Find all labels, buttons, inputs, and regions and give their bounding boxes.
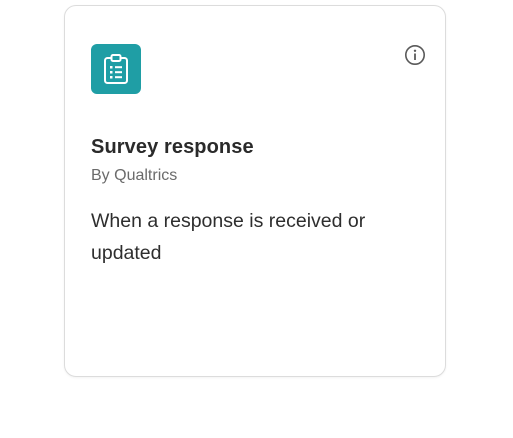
card-provider: By Qualtrics <box>91 167 178 184</box>
card-description: When a response is received or updated <box>91 210 366 264</box>
clipboard-list-icon <box>91 44 141 94</box>
card-title: Survey response <box>91 136 254 158</box>
info-icon[interactable] <box>404 44 426 66</box>
trigger-card-survey-response[interactable]: Survey response By Qualtrics When a resp… <box>64 5 446 377</box>
